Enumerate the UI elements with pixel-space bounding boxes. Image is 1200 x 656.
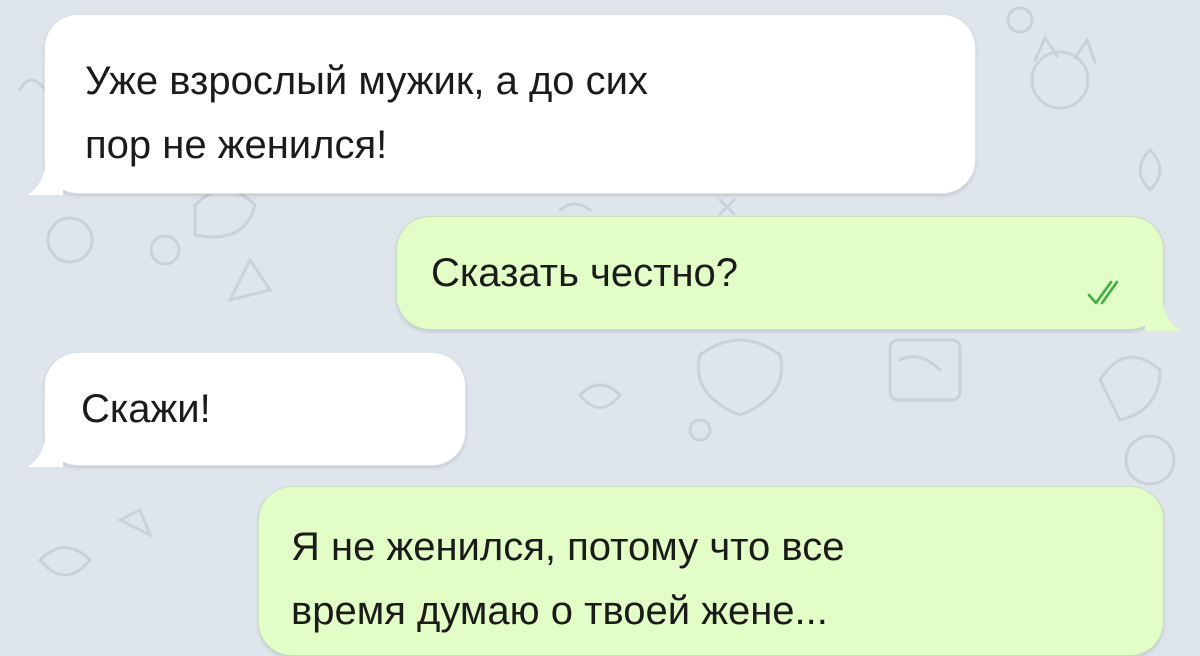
message-text: Скажи! (81, 387, 211, 431)
message-bubble-incoming[interactable]: Скажи! (27, 352, 466, 467)
message-text: Я не женился, потому что все время думаю… (291, 525, 845, 633)
bubble-tail (1145, 291, 1181, 331)
bubble-tail (27, 427, 63, 467)
message-bubble-incoming[interactable]: Уже взрослый мужик, а до сих пор не жени… (27, 14, 976, 195)
message-text: Сказать честно? (431, 251, 739, 295)
bubble-tail (27, 155, 63, 195)
message-text: Уже взрослый мужик, а до сих пор не жени… (85, 59, 649, 167)
message-bubble-outgoing[interactable]: Я не женился, потому что все время думаю… (258, 486, 1164, 656)
read-double-check-icon (1087, 280, 1119, 305)
message-bubble-outgoing[interactable]: Сказать честно? (396, 216, 1181, 331)
